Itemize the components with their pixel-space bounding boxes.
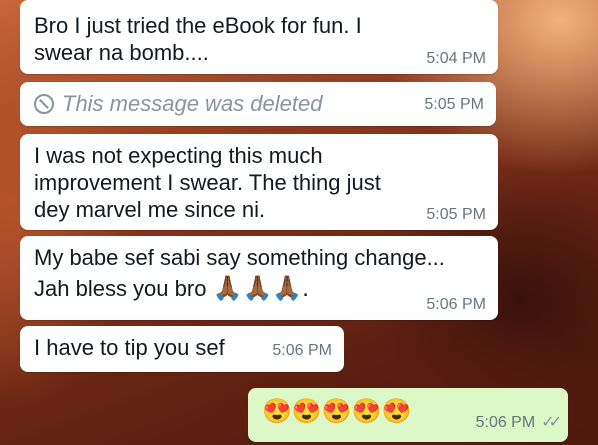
message-time: 5:05 PM — [424, 96, 484, 113]
message-bubble-incoming[interactable]: I was not expecting this much improvemen… — [20, 134, 498, 230]
message-bubble-incoming[interactable]: Bro I just tried the eBook for fun. I sw… — [20, 0, 498, 74]
deleted-message-icon — [34, 94, 54, 114]
message-time-row: 5:06 PM ✓✓ — [475, 414, 562, 432]
message-time: 5:05 PM — [426, 206, 486, 223]
chat-conversation: Bro I just tried the eBook for fun. I sw… — [0, 0, 598, 445]
message-text-line-2: Jah bless you bro — [34, 276, 207, 301]
folded-hands-emoji: 🙏🏾🙏🏾🙏🏾. — [212, 275, 309, 302]
message-time: 5:06 PM — [272, 342, 332, 359]
read-ticks-icon: ✓✓ — [541, 414, 562, 431]
message-bubble-outgoing[interactable]: 😍😍😍😍😍 5:06 PM ✓✓ — [248, 388, 568, 442]
message-bubble-incoming[interactable]: I have to tip you sef 5:06 PM — [20, 326, 344, 372]
message-bubble-deleted[interactable]: This message was deleted 5:05 PM — [20, 82, 496, 126]
message-bubble-incoming[interactable]: My babe sef sabi say something change...… — [20, 236, 498, 320]
message-time: 5:04 PM — [426, 50, 486, 67]
message-time: 5:06 PM — [426, 296, 486, 313]
message-time: 5:06 PM — [475, 414, 536, 431]
deleted-message-text: This message was deleted — [62, 91, 323, 116]
heart-eyes-emoji: 😍😍😍😍😍 — [262, 398, 412, 425]
message-text-line: My babe sef sabi say something change... — [34, 245, 445, 270]
